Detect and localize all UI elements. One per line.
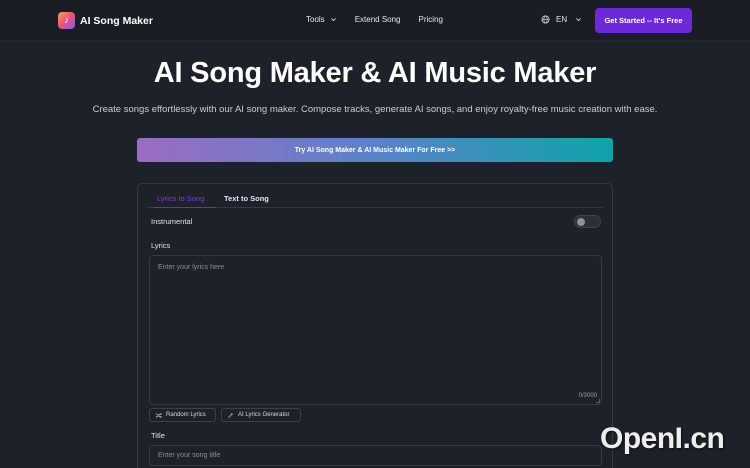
title-placeholder: Enter your song title	[158, 452, 221, 459]
title-label: Title	[151, 431, 165, 440]
page-title: AI Song Maker & AI Music Maker	[153, 57, 597, 89]
nav-links: Tools Extend Song Pricing	[306, 15, 461, 24]
brand[interactable]: ♪ AI Song Maker	[58, 12, 153, 29]
get-started-button[interactable]: Get Started -- It's Free	[595, 8, 692, 33]
music-note-icon: ♪	[58, 12, 75, 29]
active-tab-indicator	[153, 207, 216, 208]
song-title-input[interactable]: Enter your song title	[149, 445, 602, 466]
nav-link-tools[interactable]: Tools	[306, 15, 337, 24]
nav-link-label: Tools	[306, 15, 325, 24]
nav-link-label: Extend Song	[354, 15, 401, 24]
nav-link-pricing[interactable]: Pricing	[419, 15, 443, 24]
tab-text-to-song[interactable]: Text to Song	[224, 194, 269, 203]
try-free-banner-button[interactable]: Try AI Song Maker & AI Music Maker For F…	[137, 138, 613, 162]
watermark: OpenI.cn	[600, 422, 725, 455]
random-lyrics-label: Random Lyrics	[166, 412, 206, 418]
sparkles-icon	[228, 412, 234, 418]
chevron-down-icon	[330, 18, 336, 22]
top-navbar: ♪ AI Song Maker Tools Extend Song Pricin…	[0, 0, 750, 41]
globe-icon	[541, 15, 550, 24]
page-subtitle: Create songs effortlessly with our AI so…	[92, 104, 658, 115]
lyrics-placeholder: Enter your lyrics here	[158, 264, 225, 271]
language-selector[interactable]: EN	[541, 15, 582, 24]
brand-name: AI Song Maker	[80, 14, 153, 27]
song-form-card: Lyrics to Song Text to Song Instrumental…	[137, 183, 613, 468]
form-tabs: Lyrics to Song Text to Song	[147, 192, 603, 208]
lyrics-label: Lyrics	[151, 241, 171, 250]
random-lyrics-button[interactable]: Random Lyrics	[149, 408, 216, 422]
ai-lyrics-generator-button[interactable]: AI Lyrics Generator	[221, 408, 301, 422]
nav-link-label: Pricing	[418, 15, 443, 24]
lyrics-textarea[interactable]: Enter your lyrics here 0/3000	[149, 255, 602, 405]
nav-link-extend-song[interactable]: Extend Song	[355, 15, 401, 24]
language-label: EN	[556, 15, 568, 24]
instrumental-toggle[interactable]	[574, 215, 601, 228]
ai-lyrics-generator-label: AI Lyrics Generator	[238, 412, 290, 418]
instrumental-label: Instrumental	[151, 217, 193, 226]
tab-lyrics-to-song[interactable]: Lyrics to Song	[157, 194, 204, 207]
shuffle-icon	[155, 412, 162, 418]
chevron-down-icon	[576, 18, 582, 22]
toggle-knob	[577, 218, 585, 226]
resize-handle-icon[interactable]	[596, 399, 600, 403]
character-counter: 0/3000	[578, 393, 597, 399]
